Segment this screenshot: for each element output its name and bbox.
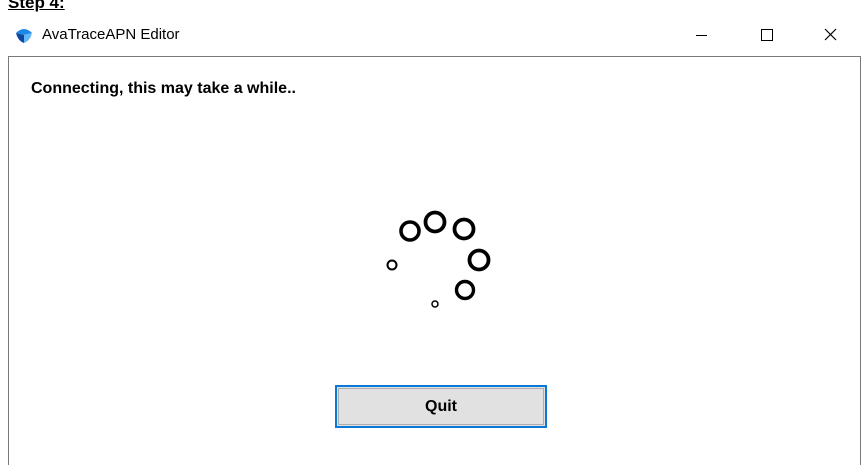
- close-icon: [824, 28, 837, 41]
- loading-spinner-icon: [386, 210, 491, 308]
- screenshot-page: Step 4: AvaTraceAPN Editor Connecting, t…: [0, 0, 861, 465]
- minimize-icon: [696, 35, 707, 36]
- maximize-button[interactable]: [736, 14, 796, 56]
- window-content: Connecting, this may take a while.. Quit: [8, 56, 861, 465]
- maximize-icon: [761, 29, 773, 41]
- app-icon: [13, 26, 35, 46]
- step-label: Step 4:: [8, 0, 65, 12]
- window-title: AvaTraceAPN Editor: [42, 26, 180, 43]
- minimize-button[interactable]: [672, 14, 732, 56]
- title-bar[interactable]: AvaTraceAPN Editor: [8, 14, 861, 56]
- quit-button[interactable]: Quit: [335, 385, 547, 428]
- quit-button-label: Quit: [338, 388, 544, 425]
- close-button[interactable]: [800, 14, 860, 56]
- status-text: Connecting, this may take a while..: [31, 80, 296, 97]
- app-window: AvaTraceAPN Editor Connecting, this may …: [8, 14, 861, 465]
